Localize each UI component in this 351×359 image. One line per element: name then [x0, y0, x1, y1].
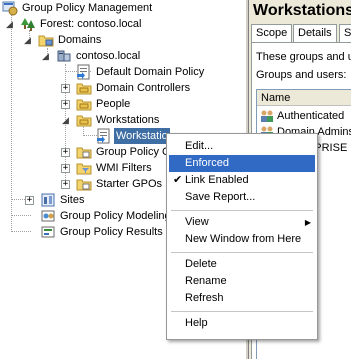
- expand-plus-icon[interactable]: +: [25, 196, 34, 205]
- expand-plus-icon[interactable]: +: [61, 180, 70, 189]
- expand-plus-icon[interactable]: +: [61, 100, 70, 109]
- tree-label-workstations: Workstations: [96, 114, 160, 126]
- results-icon: [41, 226, 55, 238]
- gpo-folder-icon: [76, 147, 92, 159]
- tree-label-domain-controllers: Domain Controllers: [96, 82, 191, 94]
- tree-node-sites[interactable]: + Sites: [0, 192, 120, 208]
- menu-item-new-window[interactable]: New Window from Here: [169, 231, 315, 248]
- menu-item-label: Edit...: [185, 140, 214, 152]
- menu-item-link-enabled[interactable]: ✔ Link Enabled: [169, 172, 315, 189]
- menu-item-view[interactable]: View ▶: [169, 214, 315, 231]
- menu-item-enforced[interactable]: Enforced: [169, 155, 315, 172]
- menu-item-edit[interactable]: Edit...: [169, 138, 315, 155]
- tab-details[interactable]: Details: [293, 24, 337, 42]
- domains-folder-icon: [38, 35, 54, 47]
- gpo-link-icon: [77, 64, 90, 80]
- menu-separator: [171, 252, 313, 253]
- tree-node-domain-controllers[interactable]: + Domain Controllers: [0, 80, 220, 96]
- list-item-label: Authenticated: [277, 110, 345, 122]
- tree-node-starter-gpos[interactable]: + Starter GPOs: [0, 176, 170, 192]
- column-header-name[interactable]: Name: [257, 90, 351, 106]
- forest-icon: [21, 18, 35, 31]
- menu-separator: [171, 311, 313, 312]
- tree-label-starter-gpos: Starter GPOs: [96, 178, 163, 190]
- tree-label-domain: contoso.local: [76, 50, 141, 62]
- menu-separator: [171, 210, 313, 211]
- tree-label-group-policy-results: Group Policy Results: [60, 226, 163, 238]
- menu-item-label: Refresh: [185, 292, 224, 304]
- starter-gpo-folder-icon: [76, 179, 92, 191]
- submenu-arrow-icon: ▶: [304, 218, 311, 227]
- modeling-icon: [41, 210, 55, 222]
- tree-label-default-domain-policy: Default Domain Policy: [96, 66, 205, 78]
- tree-label-selected-gpo: Workstations: [113, 127, 171, 145]
- tab-settings[interactable]: S: [339, 24, 351, 42]
- menu-item-refresh[interactable]: Refresh: [169, 290, 315, 307]
- tree-label-people: People: [96, 98, 131, 110]
- expand-triangle-icon[interactable]: ◢: [6, 19, 16, 29]
- menu-item-label: New Window from Here: [185, 233, 302, 245]
- menu-item-delete[interactable]: Delete: [169, 256, 315, 273]
- tree-node-group-policy-objects[interactable]: + Group Policy C: [0, 144, 170, 160]
- users-group-icon: [261, 110, 273, 122]
- tab-scope[interactable]: Scope: [251, 24, 293, 42]
- tree-node-forest[interactable]: ◢ Forest: contoso.local: [0, 16, 160, 32]
- tree-node-default-domain-policy[interactable]: Default Domain Policy: [0, 64, 220, 80]
- tree-node-domains[interactable]: ◢ Domains: [0, 32, 160, 48]
- menu-item-label: Link Enabled: [185, 174, 249, 186]
- details-title: Workstations: [253, 2, 351, 19]
- expand-plus-icon[interactable]: +: [61, 148, 70, 157]
- menu-item-rename[interactable]: Rename: [169, 273, 315, 290]
- groups-users-label: Groups and users:: [256, 69, 347, 81]
- domain-icon: [57, 50, 71, 62]
- ou-folder-icon: [76, 115, 92, 127]
- gpo-link-icon: [97, 128, 110, 144]
- ou-folder-icon: [76, 99, 92, 111]
- tree-node-workstations[interactable]: ◢ Workstations: [0, 112, 200, 128]
- tree-node-root[interactable]: Group Policy Management: [0, 0, 160, 16]
- menu-item-help[interactable]: Help: [169, 315, 315, 332]
- menu-item-label: Rename: [185, 275, 227, 287]
- tree-label-group-policy-objects: Group Policy C: [96, 146, 170, 158]
- sites-icon: [41, 193, 55, 207]
- security-filtering-description: These groups and u: [256, 51, 351, 63]
- tree-node-wmi-filters[interactable]: + WMI Filters: [0, 160, 170, 176]
- tree-label-forest: Forest: contoso.local: [40, 18, 142, 30]
- menu-item-label: Enforced: [185, 157, 230, 169]
- expand-triangle-icon[interactable]: ◢: [62, 115, 72, 125]
- tree-label-group-policy-modeling: Group Policy Modeling: [60, 210, 171, 222]
- ou-folder-icon: [76, 83, 92, 95]
- expand-plus-icon[interactable]: +: [61, 164, 70, 173]
- menu-item-label: Delete: [185, 258, 217, 270]
- menu-item-label: Save Report...: [185, 191, 256, 203]
- tree-node-people[interactable]: + People: [0, 96, 200, 112]
- tree-label-wmi-filters: WMI Filters: [96, 162, 152, 174]
- checkmark-icon: ✔: [173, 174, 183, 186]
- tree-label-domains: Domains: [58, 34, 102, 46]
- wmi-filter-folder-icon: [76, 163, 92, 175]
- group-policy-management-icon: [2, 1, 18, 16]
- tree-label-sites: Sites: [60, 194, 85, 206]
- tree-label-root: Group Policy Management: [22, 2, 153, 14]
- expand-triangle-icon[interactable]: ◢: [24, 35, 34, 45]
- tree-node-workstations-gpo-link[interactable]: Workstations: [0, 127, 190, 145]
- expand-plus-icon[interactable]: +: [61, 84, 70, 93]
- menu-item-save-report[interactable]: Save Report...: [169, 189, 315, 206]
- menu-item-label: Help: [185, 317, 208, 329]
- tree-node-domain[interactable]: ◢ contoso.local: [0, 48, 180, 64]
- context-menu: Edit... Enforced ✔ Link Enabled Save Rep…: [166, 133, 318, 340]
- menu-item-label: View: [185, 216, 209, 228]
- expand-triangle-icon[interactable]: ◢: [42, 51, 52, 61]
